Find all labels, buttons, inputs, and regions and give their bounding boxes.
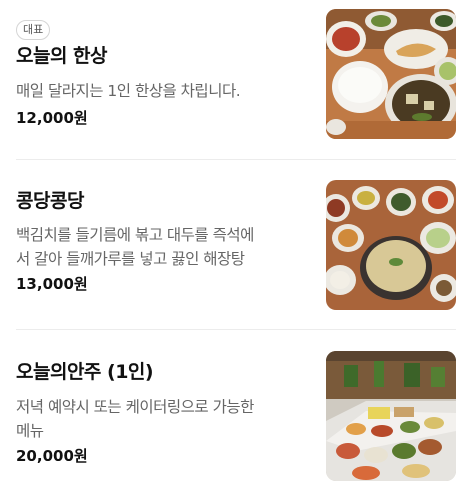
menu-item-description: 매일 달라지는 1인 한상을 차립니다. [16, 82, 241, 100]
menu-item-todays-set[interactable]: 대표 오늘의 한상 매일 달라지는 1인 한상을 차립니다. 12,000원 [0, 0, 464, 160]
korean-set-meal-photo[interactable] [326, 9, 456, 139]
menu-item-kongdang[interactable]: 콩당콩당 백김치를 들기름에 볶고 대두를 즉석에 서 갈아 들깨가루를 넣고 … [0, 160, 464, 330]
menu-item-name: 콩당콩당 [16, 190, 84, 212]
menu-item-name: 오늘의안주 (1인) [16, 361, 154, 383]
soybean-soup-photo[interactable] [326, 180, 456, 310]
menu-item-price: 13,000원 [16, 275, 88, 293]
menu-item-todays-anju[interactable]: 오늘의안주 (1인) 저녁 예약시 또는 케이터링으로 가능한 메뉴 20,00… [0, 330, 464, 491]
menu-item-text: 콩당콩당 백김치를 들기름에 볶고 대두를 즉석에 서 갈아 들깨가루를 넣고 … [16, 188, 312, 295]
menu-item-text: 대표 오늘의 한상 매일 달라지는 1인 한상을 차립니다. 12,000원 [16, 18, 312, 129]
soup-illustration [326, 180, 456, 310]
menu-item-description-line2: 메뉴 [16, 422, 44, 440]
menu-item-description-line1: 저녁 예약시 또는 케이터링으로 가능한 [16, 398, 254, 416]
menu-item-name: 오늘의 한상 [16, 45, 108, 67]
menu-item-price: 12,000원 [16, 109, 88, 127]
set-meal-illustration [326, 9, 456, 139]
menu-item-description-line2: 서 갈아 들깨가루를 넣고 끓인 해장탕 [16, 250, 245, 268]
menu-item-price: 20,000원 [16, 447, 88, 465]
catering-table-photo[interactable] [326, 351, 456, 481]
menu-list: 대표 오늘의 한상 매일 달라지는 1인 한상을 차립니다. 12,000원 콩… [0, 0, 464, 491]
menu-item-text: 오늘의안주 (1인) 저녁 예약시 또는 케이터링으로 가능한 메뉴 20,00… [16, 359, 312, 467]
catering-illustration [326, 351, 456, 481]
menu-item-description-line1: 백김치를 들기름에 볶고 대두를 즉석에 [16, 226, 254, 244]
signature-badge: 대표 [16, 20, 51, 40]
